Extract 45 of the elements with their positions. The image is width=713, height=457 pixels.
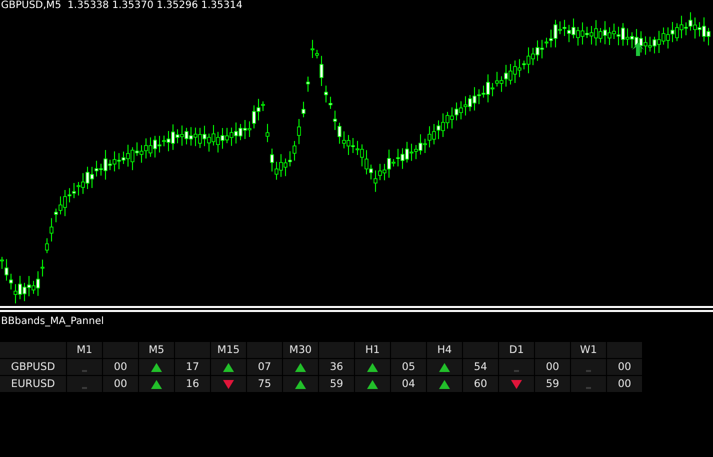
value-cell: 07 [247, 359, 282, 375]
chart-title: GBPUSD,M5 1.35338 1.35370 1.35296 1.35314 [1, 0, 242, 11]
column-header: H1 [355, 342, 390, 358]
up-arrow-icon [151, 380, 162, 388]
value-cell: 00 [103, 376, 138, 392]
dash-icon [82, 370, 87, 372]
column-header: M30 [283, 342, 318, 358]
column-header: M5 [139, 342, 174, 358]
value-cell: 00 [535, 359, 570, 375]
dash-icon [514, 370, 519, 372]
value-cell: 54 [463, 359, 498, 375]
dash-icon [586, 387, 591, 389]
value-cell: 59 [535, 376, 570, 392]
value-cell: 59 [319, 376, 354, 392]
value-cell: 05 [391, 359, 426, 375]
up-arrow-icon [295, 380, 306, 388]
value-cell: 00 [103, 359, 138, 375]
value-cell: 36 [319, 359, 354, 375]
column-header: M15 [211, 342, 246, 358]
up-arrow-icon [439, 362, 450, 372]
down-arrow-icon [511, 380, 522, 388]
dash-icon [586, 370, 591, 372]
value-cell: 00 [607, 376, 642, 392]
value-cell: 60 [463, 376, 498, 392]
column-header: H4 [427, 342, 462, 358]
up-arrow-icon [367, 362, 378, 372]
column-header: M1 [67, 342, 102, 358]
up-arrow-icon [439, 380, 450, 388]
value-cell: 75 [247, 376, 282, 392]
up-arrow-icon [151, 362, 162, 372]
up-arrow-icon [295, 362, 306, 372]
symbol-cell: GBPUSD [0, 359, 66, 375]
up-arrow-icon [367, 380, 378, 388]
value-cell: 17 [175, 359, 210, 375]
value-cell: 16 [175, 376, 210, 392]
column-header: W1 [571, 342, 606, 358]
column-header: D1 [499, 342, 534, 358]
dash-icon [82, 387, 87, 389]
value-cell: 00 [607, 359, 642, 375]
up-arrow-icon [632, 42, 644, 56]
value-cell: 04 [391, 376, 426, 392]
up-arrow-icon [223, 362, 234, 372]
down-arrow-icon [223, 380, 234, 388]
panel-title: BBbands_MA_Pannel [1, 316, 104, 327]
symbol-cell: EURUSD [0, 376, 66, 392]
